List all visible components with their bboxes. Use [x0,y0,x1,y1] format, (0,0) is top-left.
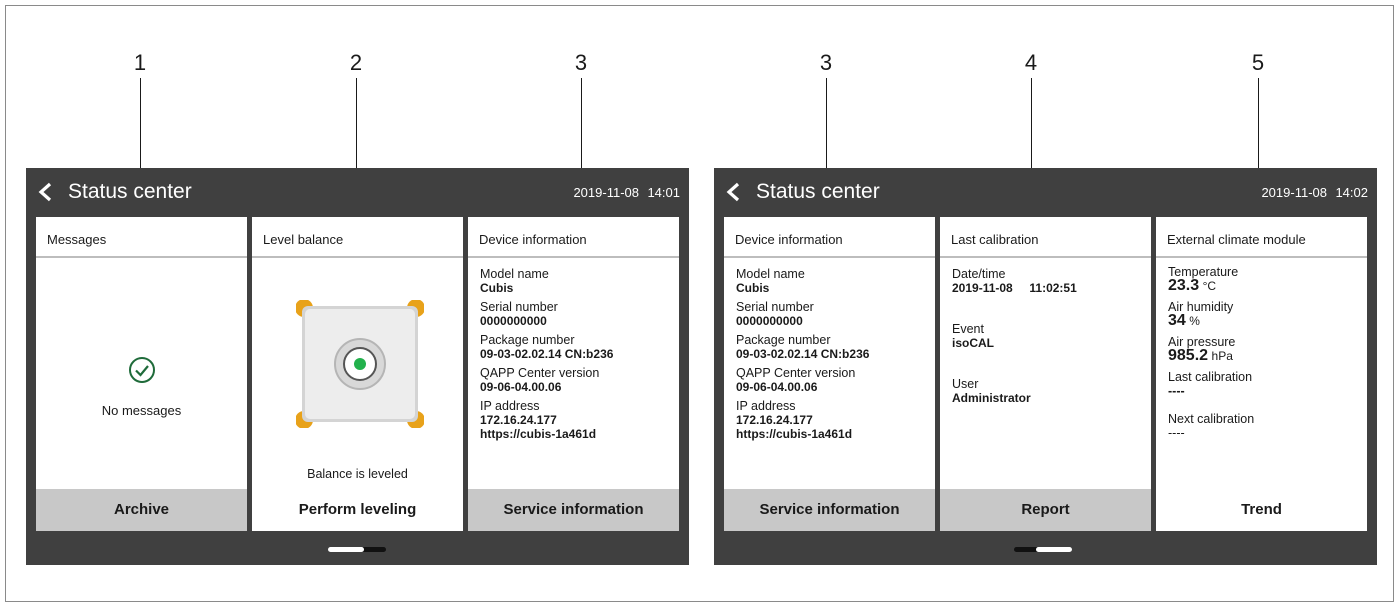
page-indicator-active [328,547,364,552]
event-value: isoCAL [952,336,994,350]
last-calibration-label: Last calibration [1168,370,1253,384]
temperature-value: 23.3 [1168,277,1200,294]
empty-state-text: No messages [101,403,182,418]
device-info-list: Model name Cubis Serial number 000000000… [736,267,869,446]
pressure-unit: hPa [1211,349,1233,363]
model-value: Cubis [736,281,770,295]
last-calibration-card: Last calibration Date/time 2019-11-08 11… [940,217,1151,531]
event-label: Event [952,322,984,336]
service-information-button[interactable]: Service information [468,489,679,531]
device-information-card: Device information Model name Cubis Seri… [724,217,935,531]
callout-number: 3 [574,50,588,75]
external-climate-module-card: External climate module Temperature 23.3… [1156,217,1367,531]
card-header: Level balance [252,217,463,258]
card-header: External climate module [1156,217,1367,258]
model-value: Cubis [480,281,514,295]
card-header: Device information [468,217,679,258]
card-header: Messages [36,217,247,258]
page-title: Status center [68,180,192,203]
user-value: Administrator [952,391,1031,405]
card-body: Model name Cubis Serial number 000000000… [468,258,679,489]
ip-value: 172.16.24.177 [480,413,557,427]
user-label: User [952,377,979,391]
qapp-value: 09-06-04.00.06 [480,380,562,394]
next-calibration-label: Next calibration [1168,412,1255,426]
back-arrow-icon[interactable] [724,182,744,202]
ip-label: IP address [480,399,540,413]
callout-number: 2 [349,50,363,75]
level-indicator-icon [296,300,424,428]
top-bar: Status center 2019-11-08 14:01 [26,168,689,216]
qapp-value: 09-06-04.00.06 [736,380,818,394]
time-display: 14:02 [1335,185,1368,200]
messages-card: Messages No messages Archive [36,217,247,531]
url-value: https://cubis-1a461d [736,427,853,441]
package-value: 09-03-02.02.14 CN:b236 [736,347,870,361]
back-arrow-icon[interactable] [36,182,56,202]
service-information-button[interactable]: Service information [724,489,935,531]
date-time-label: Date/time [952,267,1006,281]
card-header: Last calibration [940,217,1151,258]
ip-label: IP address [736,399,796,413]
callout-number: 4 [1024,50,1038,75]
qapp-label: QAPP Center version [480,366,600,380]
page-indicator[interactable] [1014,547,1072,552]
card-body: Date/time 2019-11-08 11:02:51 Event isoC… [940,258,1151,489]
last-calibration-value: ---- [1168,384,1185,398]
card-body: No messages [36,258,247,489]
callout-number: 1 [133,50,147,75]
pressure-value: 985.2 [1168,347,1209,364]
status-center-screen-left: Status center 2019-11-08 14:01 Messages … [26,168,689,565]
serial-label: Serial number [736,300,814,314]
report-button[interactable]: Report [940,489,1151,531]
humidity-value: 34 [1168,312,1186,329]
package-label: Package number [480,333,575,347]
check-circle-icon [129,357,155,383]
url-value: https://cubis-1a461d [480,427,597,441]
model-label: Model name [736,267,805,281]
callout-number: 5 [1251,50,1265,75]
page-indicator-active [1036,547,1072,552]
time-display: 14:01 [647,185,680,200]
level-status-text: Balance is leveled [307,467,408,481]
device-information-card: Device information Model name Cubis Seri… [468,217,679,531]
package-label: Package number [736,333,831,347]
card-body: Model name Cubis Serial number 000000000… [724,258,935,489]
serial-value: 0000000000 [480,314,547,328]
date-time-value: 2019-11-08 11:02:51 [952,281,1077,295]
device-info-list: Model name Cubis Serial number 000000000… [480,267,613,446]
date-display: 2019-11-08 [573,185,639,200]
archive-button[interactable]: Archive [36,489,247,531]
serial-label: Serial number [480,300,558,314]
humidity-unit: % [1189,314,1200,328]
qapp-label: QAPP Center version [736,366,856,380]
page-indicator[interactable] [328,547,386,552]
perform-leveling-button[interactable]: Perform leveling [252,489,463,531]
serial-value: 0000000000 [736,314,803,328]
climate-info-list: Temperature 23.3 °C Air humidity 34 % Ai… [1168,265,1254,440]
calibration-info-list: Date/time 2019-11-08 11:02:51 Event isoC… [952,267,1077,410]
page-title: Status center [756,180,880,203]
package-value: 09-03-02.02.14 CN:b236 [480,347,614,361]
trend-button[interactable]: Trend [1156,489,1367,531]
top-bar: Status center 2019-11-08 14:02 [714,168,1377,216]
temperature-unit: °C [1202,279,1217,293]
status-center-screen-right: Status center 2019-11-08 14:02 Device in… [714,168,1377,565]
ip-value: 172.16.24.177 [736,413,813,427]
card-body: Temperature 23.3 °C Air humidity 34 % Ai… [1156,258,1367,489]
calibration-time: 11:02:51 [1029,281,1077,295]
calibration-date: 2019-11-08 [952,281,1013,295]
next-calibration-value: ---- [1168,426,1185,440]
callout-number: 3 [819,50,833,75]
level-balance-card: Level balance Balance is leveled Perform… [252,217,463,531]
model-label: Model name [480,267,549,281]
card-body: Balance is leveled [252,258,463,489]
card-header: Device information [724,217,935,258]
date-display: 2019-11-08 [1261,185,1327,200]
